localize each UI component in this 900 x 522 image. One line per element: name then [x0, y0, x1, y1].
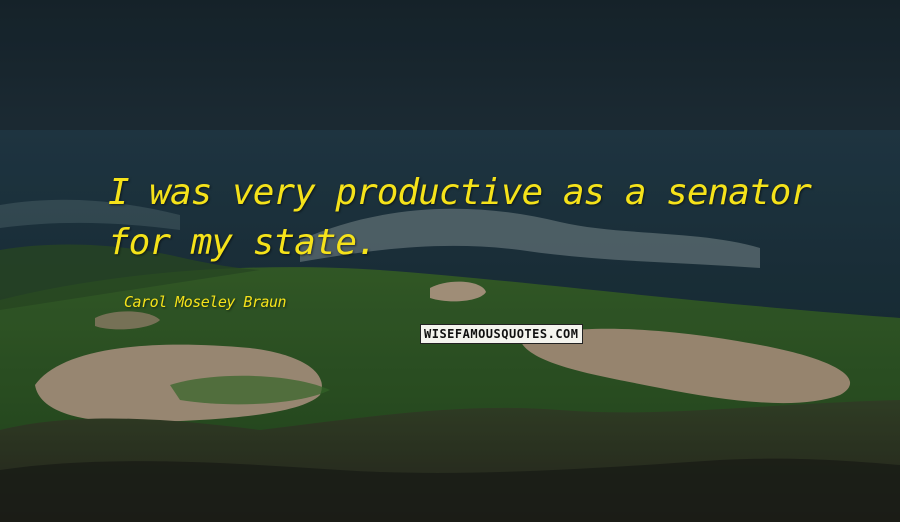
- quote-card: I was very productive as a senator for m…: [0, 0, 900, 522]
- quote-text: I was very productive as a senator for m…: [108, 172, 812, 263]
- watermark-logo: WISEFAMOUSQUOTES.COM: [420, 324, 583, 344]
- quote-author: Carol Moseley Braun: [124, 293, 287, 311]
